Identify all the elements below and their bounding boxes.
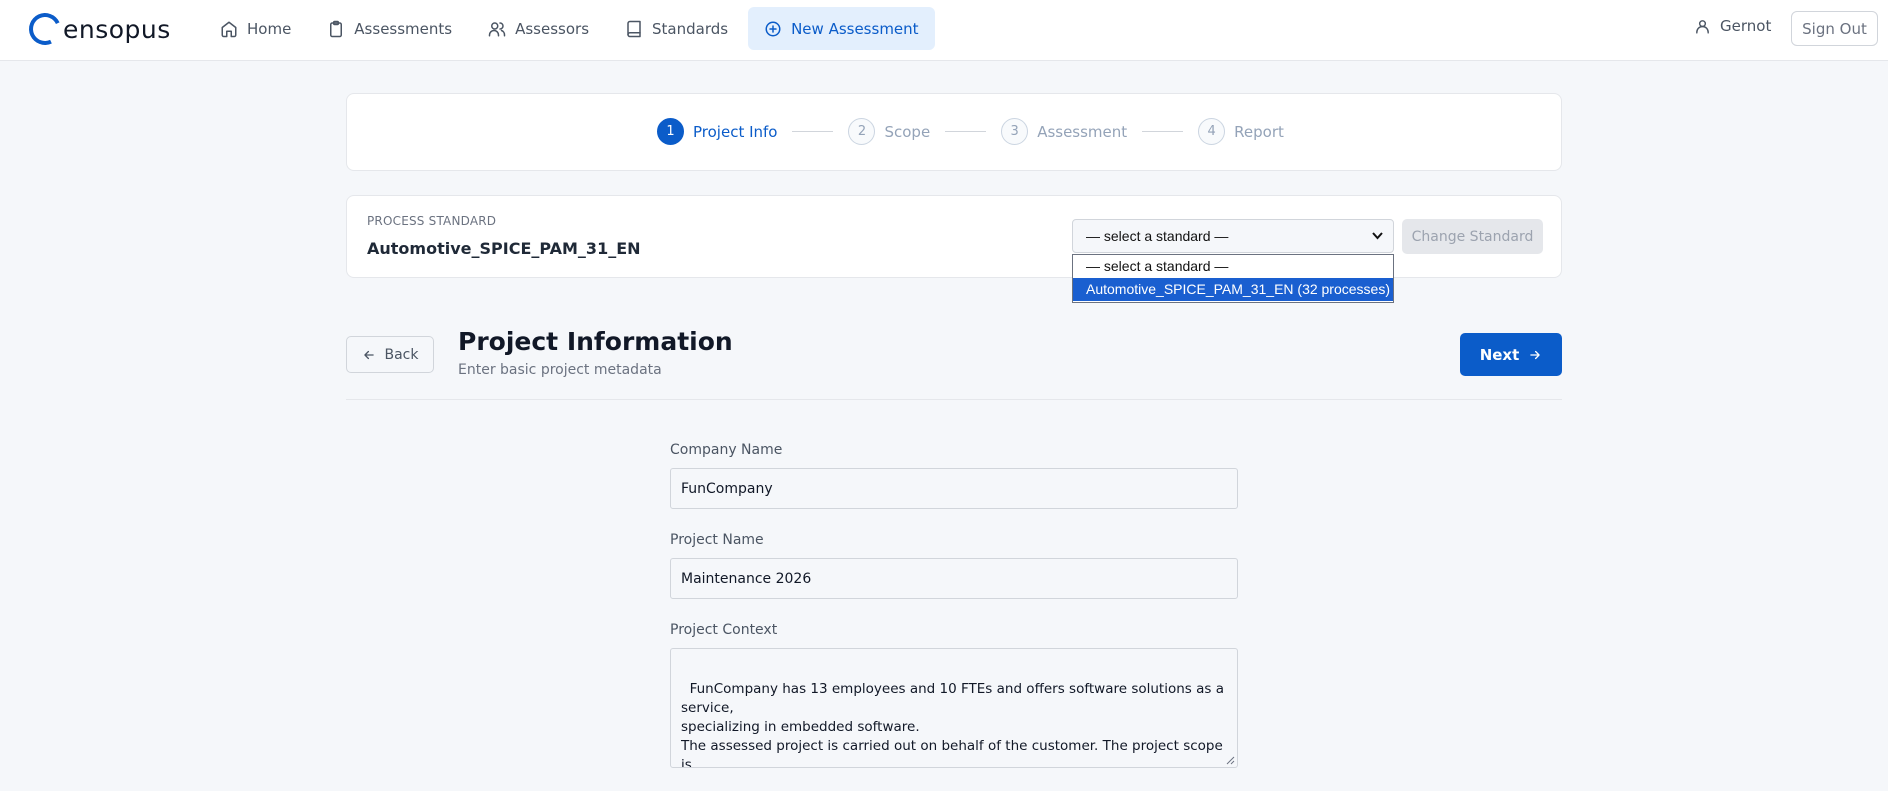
process-standard-caption: PROCESS STANDARD [367, 214, 497, 228]
step-label: Assessment [1037, 122, 1128, 141]
user-menu[interactable]: Gernot [1694, 17, 1771, 35]
resize-handle-icon[interactable] [1226, 756, 1235, 765]
step-number: 3 [1001, 118, 1029, 145]
chevron-down-icon [1372, 232, 1383, 240]
steps: 1 Project Info 2 Scope 3 Assessment 4 Re… [657, 118, 1284, 145]
step-number: 1 [657, 118, 684, 145]
page-title: Project Information [458, 327, 733, 356]
step-label: Project Info [693, 122, 778, 141]
nav-home[interactable]: Home [204, 7, 307, 50]
logo-text: ensopus [63, 14, 171, 44]
user-name: Gernot [1720, 17, 1772, 35]
process-standard-name: Automotive_SPICE_PAM_31_EN [367, 239, 641, 258]
step-label: Report [1234, 122, 1284, 141]
company-name-input[interactable]: FunCompany [670, 468, 1238, 509]
arrow-left-icon [363, 350, 374, 359]
wizard-stepper: 1 Project Info 2 Scope 3 Assessment 4 Re… [346, 93, 1562, 171]
standard-select[interactable]: — select a standard — [1072, 219, 1394, 253]
step-project-info[interactable]: 1 Project Info [657, 118, 777, 145]
page-subtitle: Enter basic project metadata [458, 362, 662, 378]
project-name-label: Project Name [670, 532, 764, 548]
sign-out-button[interactable]: Sign Out [1791, 11, 1878, 46]
project-context-textarea[interactable]: FunCompany has 13 employees and 10 FTEs … [670, 648, 1238, 768]
nav-home-label: Home [247, 19, 292, 38]
top-navigation-bar: ensopus Home Assessments Assessors Stand… [0, 0, 1888, 61]
step-connector [945, 131, 987, 132]
company-name-label: Company Name [670, 442, 783, 458]
back-button[interactable]: Back [346, 336, 434, 373]
nav-standards-label: Standards [652, 19, 729, 38]
project-context-label: Project Context [670, 622, 778, 638]
main-nav: Home Assessments Assessors Standards New… [204, 7, 935, 50]
step-number: 2 [848, 118, 876, 145]
logo[interactable]: ensopus [24, 8, 171, 50]
logo-c-mark [24, 8, 66, 50]
header-divider [346, 399, 1562, 400]
users-icon [488, 21, 506, 36]
nav-assessors[interactable]: Assessors [472, 7, 605, 50]
step-assessment[interactable]: 3 Assessment [1001, 118, 1127, 145]
dropdown-option[interactable]: — select a standard — [1073, 255, 1393, 278]
back-button-label: Back [384, 346, 419, 363]
step-connector [792, 131, 834, 132]
nav-assessments-label: Assessments [354, 19, 453, 38]
nav-new-assessment[interactable]: New Assessment [748, 7, 935, 50]
home-icon [221, 21, 237, 37]
step-scope[interactable]: 2 Scope [848, 118, 930, 145]
next-button[interactable]: Next [1460, 333, 1562, 376]
book-icon [627, 20, 641, 37]
dropdown-option-selected[interactable]: Automotive_SPICE_PAM_31_EN (32 processes… [1073, 278, 1393, 301]
standard-dropdown-list: — select a standard — Automotive_SPICE_P… [1072, 254, 1394, 303]
change-standard-button[interactable]: Change Standard [1402, 219, 1543, 254]
nav-new-assessment-label: New Assessment [791, 19, 919, 38]
arrow-right-icon [1530, 350, 1541, 359]
standard-select-value: — select a standard — [1086, 228, 1229, 244]
nav-standards[interactable]: Standards [609, 7, 744, 50]
nav-assessments[interactable]: Assessments [311, 7, 468, 50]
project-context-text: FunCompany has 13 employees and 10 FTEs … [681, 681, 1224, 768]
step-connector [1142, 131, 1184, 132]
step-number: 4 [1198, 118, 1226, 145]
project-name-input[interactable]: Maintenance 2026 [670, 558, 1238, 599]
clipboard-icon [330, 20, 343, 37]
plus-circle-icon [765, 21, 781, 36]
user-icon [1696, 19, 1709, 34]
step-report[interactable]: 4 Report [1198, 118, 1284, 145]
step-label: Scope [884, 122, 931, 141]
next-button-label: Next [1479, 345, 1520, 364]
nav-assessors-label: Assessors [515, 19, 590, 38]
